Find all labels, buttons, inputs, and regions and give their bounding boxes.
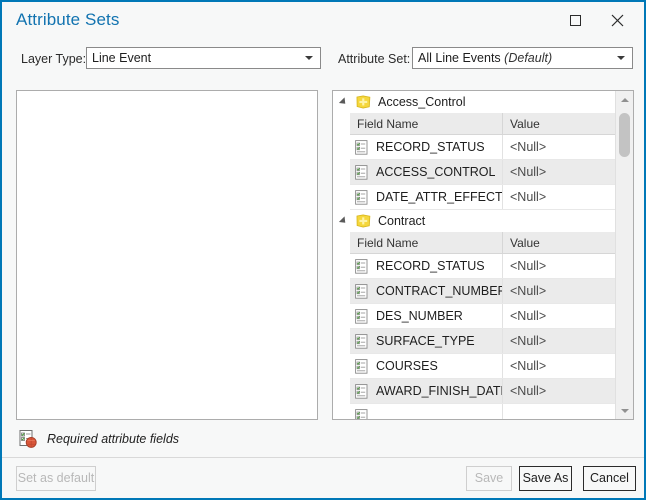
table-row[interactable]: RECORD_STATUS <Null>: [350, 134, 615, 160]
field-icon: [355, 408, 368, 419]
layer-type-value: Line Event: [92, 51, 152, 65]
table-row[interactable]: [350, 403, 615, 419]
save-button[interactable]: Save: [466, 466, 512, 491]
table-row[interactable]: CONTRACT_NUMBER <Null>: [350, 278, 615, 304]
selected-fields-panel[interactable]: [16, 90, 318, 420]
field-name-cell: AWARD_FINISH_DATE: [350, 378, 503, 404]
maximize-button[interactable]: [554, 6, 596, 34]
field-name-text: SURFACE_TYPE: [376, 334, 475, 348]
chevron-up-icon: [620, 97, 629, 102]
field-value-cell[interactable]: <Null>: [502, 303, 615, 329]
table-row[interactable]: COURSES <Null>: [350, 353, 615, 379]
field-name-text: CONTRACT_NUMBER: [376, 284, 502, 298]
field-name-text: DES_NUMBER: [376, 309, 463, 323]
field-icon: [355, 383, 368, 399]
table-row[interactable]: DATE_ATTR_EFFECTIVE<Null>: [350, 184, 615, 210]
field-name-cell: SURFACE_TYPE: [350, 328, 503, 354]
table-row[interactable]: DES_NUMBER <Null>: [350, 303, 615, 329]
cancel-button[interactable]: Cancel: [583, 466, 636, 491]
field-name-text: DATE_ATTR_EFFECTIVE: [376, 190, 502, 204]
attribute-group-icon: [356, 214, 371, 228]
column-header-field-name[interactable]: Field Name: [350, 232, 503, 254]
page-title: Attribute Sets: [16, 10, 120, 29]
expand-collapse-icon[interactable]: [337, 214, 351, 228]
vertical-scrollbar[interactable]: [615, 91, 633, 419]
column-header-value[interactable]: Value: [502, 113, 615, 135]
close-icon: [611, 14, 623, 26]
chevron-down-icon: [305, 56, 313, 60]
field-value-cell[interactable]: <Null>: [502, 134, 615, 160]
field-name-cell: DATE_ATTR_EFFECTIVE: [350, 184, 503, 210]
field-value-cell[interactable]: <Null>: [502, 328, 615, 354]
attribute-set-dropdown[interactable]: All Line Events (Default): [412, 47, 633, 69]
field-name-text: RECORD_STATUS: [376, 140, 485, 154]
field-value-cell[interactable]: [502, 403, 615, 419]
field-name-cell: CONTRACT_NUMBER: [350, 278, 503, 304]
column-header-field-name[interactable]: Field Name: [350, 113, 503, 135]
attribute-fields-table: Field Name Value RECORD_STATUS <Null> CONTRA…: [350, 232, 615, 419]
attribute-group-label: Access_Control: [378, 95, 466, 109]
attribute-group-label: Contract: [378, 214, 426, 228]
required-fields-text: Required attribute fields: [47, 432, 180, 446]
field-value-cell[interactable]: <Null>: [502, 353, 615, 379]
attribute-group-row[interactable]: Access_Control: [333, 91, 615, 113]
attribute-group-row[interactable]: Contract: [333, 210, 615, 232]
field-icon: [355, 189, 368, 205]
attribute-groups-panel: Access_Control Field Name Value RECORD_STAT…: [332, 90, 634, 420]
field-icon: [355, 308, 368, 324]
column-header-value[interactable]: Value: [502, 232, 615, 254]
field-value-cell[interactable]: <Null>: [502, 278, 615, 304]
field-name-text: ACCESS_CONTROL: [376, 165, 496, 179]
table-header-row: Field Name Value: [350, 232, 615, 254]
attribute-set-label: Attribute Set:: [338, 52, 411, 66]
field-icon: [355, 283, 368, 299]
field-icon: [355, 258, 368, 274]
layer-type-dropdown[interactable]: Line Event: [86, 47, 321, 69]
table-header-row: Field Name Value: [350, 113, 615, 135]
table-row[interactable]: RECORD_STATUS <Null>: [350, 253, 615, 279]
field-name-cell: DES_NUMBER: [350, 303, 503, 329]
required-field-icon: [19, 430, 37, 448]
field-name-cell: COURSES: [350, 353, 503, 379]
field-value-cell[interactable]: <Null>: [502, 159, 615, 185]
layer-type-label: Layer Type:: [21, 52, 87, 66]
footer-bar: Set as default Save Save As Cancel: [2, 458, 644, 498]
field-name-text: COURSES: [376, 359, 438, 373]
attribute-set-default-tag: (Default): [504, 51, 553, 65]
scroll-up-button[interactable]: [616, 91, 633, 108]
window-controls: [554, 6, 638, 34]
field-name-cell: RECORD_STATUS: [350, 134, 503, 160]
table-row[interactable]: ACCESS_CONTROL <Null>: [350, 159, 615, 185]
field-icon: [355, 139, 368, 155]
attribute-fields-table: Field Name Value RECORD_STATUS <Null> ACCESS…: [350, 113, 615, 210]
chevron-down-icon: [620, 408, 629, 413]
field-name-text: RECORD_STATUS: [376, 259, 485, 273]
attribute-tree[interactable]: Access_Control Field Name Value RECORD_STAT…: [333, 91, 615, 419]
field-value-cell[interactable]: <Null>: [502, 184, 615, 210]
scrollbar-thumb[interactable]: [619, 113, 630, 157]
field-value-cell[interactable]: <Null>: [502, 378, 615, 404]
field-value-cell[interactable]: <Null>: [502, 253, 615, 279]
required-fields-note: Required attribute fields: [18, 429, 179, 449]
attribute-sets-dialog: Attribute Sets Layer Type: Line Event At…: [0, 0, 646, 500]
expand-collapse-icon[interactable]: [337, 95, 351, 109]
chevron-down-icon: [617, 56, 625, 60]
close-button[interactable]: [596, 6, 638, 34]
scroll-down-button[interactable]: [616, 402, 633, 419]
maximize-icon: [569, 14, 581, 26]
save-as-button[interactable]: Save As: [519, 466, 572, 491]
field-icon: [355, 164, 368, 180]
field-name-text: AWARD_FINISH_DATE: [376, 384, 502, 398]
set-as-default-button[interactable]: Set as default: [16, 466, 96, 491]
attribute-set-value: All Line Events (Default): [418, 51, 553, 65]
title-bar: Attribute Sets: [2, 2, 644, 40]
table-row[interactable]: AWARD_FINISH_DATE <Null>: [350, 378, 615, 404]
field-name-cell: ACCESS_CONTROL: [350, 159, 503, 185]
field-icon: [355, 333, 368, 349]
attribute-group-icon: [356, 95, 371, 109]
table-row[interactable]: SURFACE_TYPE <Null>: [350, 328, 615, 354]
field-name-cell: [350, 403, 503, 419]
field-name-cell: RECORD_STATUS: [350, 253, 503, 279]
field-icon: [355, 358, 368, 374]
